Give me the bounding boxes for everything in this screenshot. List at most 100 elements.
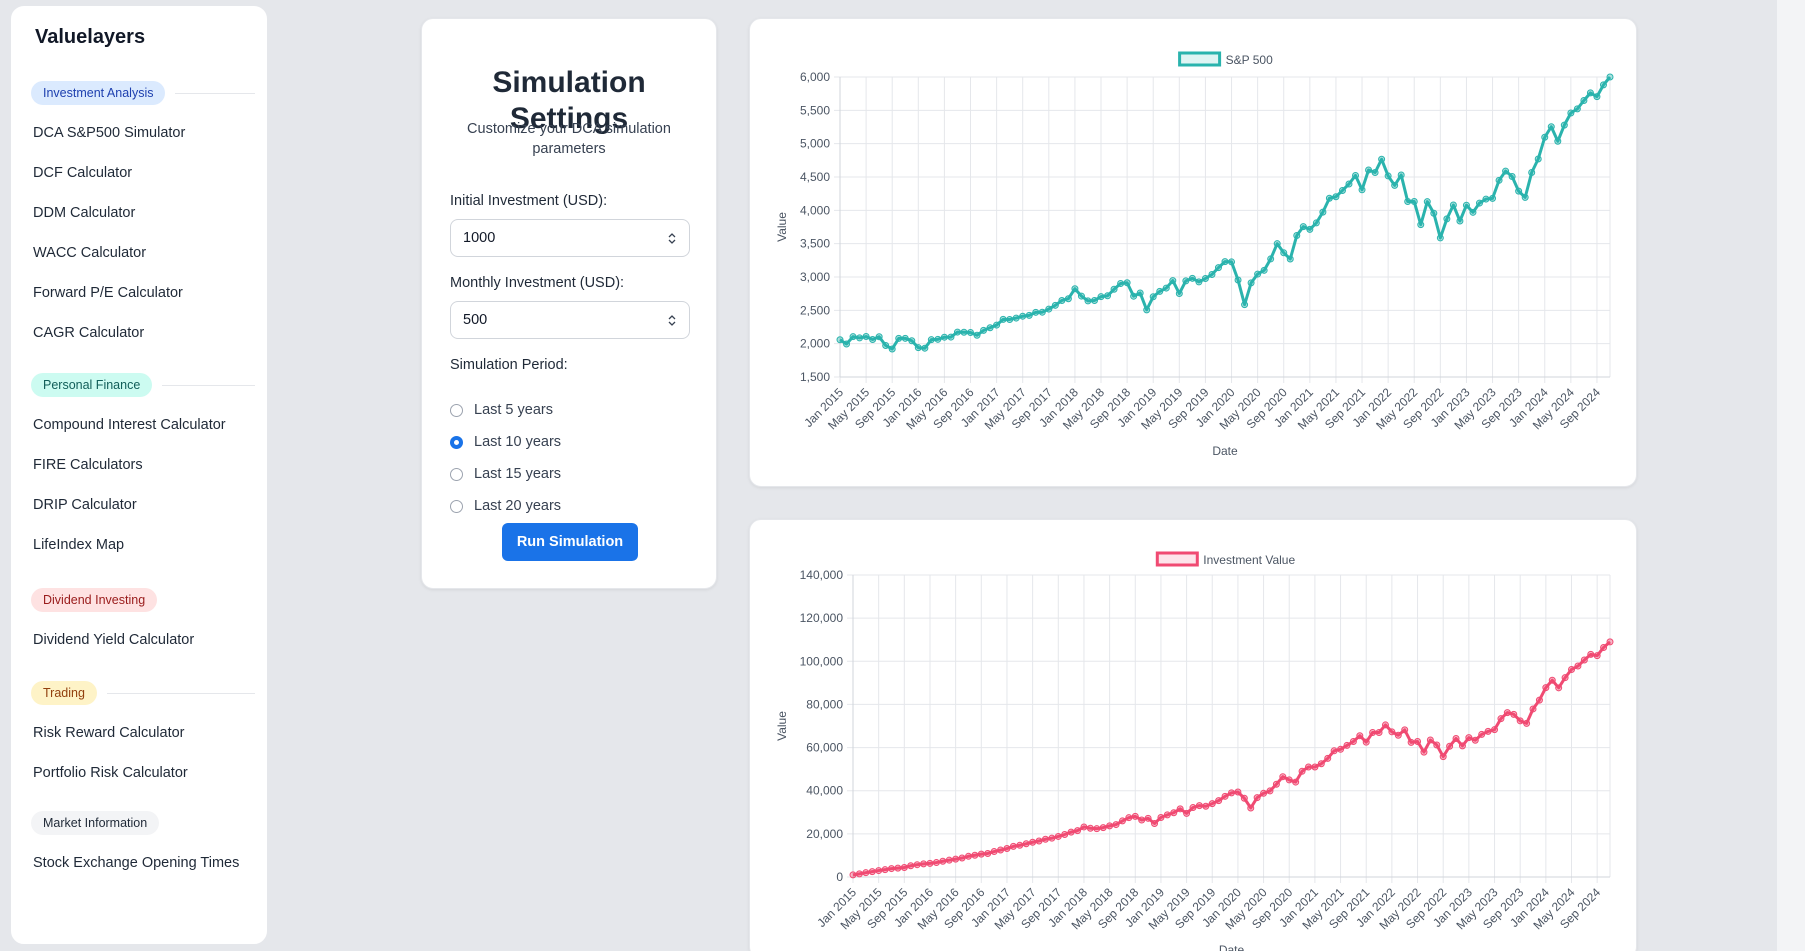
data-point[interactable] xyxy=(1006,315,1014,323)
data-point[interactable] xyxy=(1502,167,1510,175)
sidebar-item-wacc-calculator[interactable]: WACC Calculator xyxy=(31,233,255,273)
data-point[interactable] xyxy=(1375,728,1383,736)
data-point[interactable] xyxy=(1064,295,1072,303)
data-point[interactable] xyxy=(855,870,863,878)
data-point[interactable] xyxy=(1443,215,1451,223)
data-point[interactable] xyxy=(869,335,877,343)
data-point[interactable] xyxy=(1157,813,1165,821)
data-point[interactable] xyxy=(1541,133,1549,141)
sidebar-item-ddm-calculator[interactable]: DDM Calculator xyxy=(31,193,255,233)
data-point[interactable] xyxy=(1404,198,1412,206)
data-point[interactable] xyxy=(1221,258,1229,266)
data-point[interactable] xyxy=(1475,199,1483,207)
data-point[interactable] xyxy=(1048,834,1056,842)
data-point[interactable] xyxy=(1426,736,1434,744)
data-point[interactable] xyxy=(977,850,985,858)
data-point[interactable] xyxy=(984,849,992,857)
data-point[interactable] xyxy=(888,345,896,353)
data-point[interactable] xyxy=(1061,831,1069,839)
data-point[interactable] xyxy=(1058,296,1066,304)
data-point[interactable] xyxy=(1458,742,1466,750)
data-point[interactable] xyxy=(1574,662,1582,670)
data-point[interactable] xyxy=(1093,825,1101,833)
data-point[interactable] xyxy=(1169,277,1177,285)
data-point[interactable] xyxy=(1125,814,1133,822)
data-point[interactable] xyxy=(1449,201,1457,209)
data-point[interactable] xyxy=(1273,240,1281,248)
data-point[interactable] xyxy=(1606,638,1614,646)
data-point[interactable] xyxy=(1535,696,1543,704)
data-point[interactable] xyxy=(958,854,966,862)
data-point[interactable] xyxy=(1491,726,1499,734)
data-point[interactable] xyxy=(986,324,994,332)
data-point[interactable] xyxy=(1144,814,1152,822)
data-point[interactable] xyxy=(1478,730,1486,738)
data-point[interactable] xyxy=(1260,266,1268,274)
data-point[interactable] xyxy=(1452,735,1460,743)
data-point[interactable] xyxy=(1462,201,1470,209)
data-point[interactable] xyxy=(1038,308,1046,316)
data-point[interactable] xyxy=(960,328,968,336)
data-point[interactable] xyxy=(1279,773,1287,781)
monthly-investment-input[interactable]: 500 xyxy=(450,301,690,339)
data-point[interactable] xyxy=(1214,264,1222,272)
data-point[interactable] xyxy=(1521,193,1529,201)
data-point[interactable] xyxy=(1384,172,1392,180)
data-point[interactable] xyxy=(1391,181,1399,189)
data-point[interactable] xyxy=(1471,736,1479,744)
page-scrollbar[interactable] xyxy=(1777,0,1805,951)
data-point[interactable] xyxy=(1266,787,1274,795)
data-point[interactable] xyxy=(1414,738,1422,746)
data-point[interactable] xyxy=(1407,738,1415,746)
data-point[interactable] xyxy=(940,333,948,341)
data-point[interactable] xyxy=(1567,109,1575,117)
data-point[interactable] xyxy=(1299,223,1307,231)
data-point[interactable] xyxy=(1489,194,1497,202)
sidebar-item-compound-interest-calculator[interactable]: Compound Interest Calculator xyxy=(31,405,255,445)
data-point[interactable] xyxy=(1138,816,1146,824)
data-point[interactable] xyxy=(1311,763,1319,771)
data-point[interactable] xyxy=(1071,285,1079,293)
data-point[interactable] xyxy=(1195,278,1203,286)
data-point[interactable] xyxy=(1106,822,1114,830)
data-point[interactable] xyxy=(1356,732,1364,740)
data-point[interactable] xyxy=(967,328,975,336)
data-point[interactable] xyxy=(1110,285,1118,293)
data-point[interactable] xyxy=(1003,845,1011,853)
data-point[interactable] xyxy=(1182,277,1190,285)
chart-legend[interactable]: Investment Value xyxy=(1155,551,1295,567)
data-point[interactable] xyxy=(1369,728,1377,736)
sidebar-item-lifeindex-map[interactable]: LifeIndex Map xyxy=(31,525,255,565)
data-point[interactable] xyxy=(849,871,857,879)
data-point[interactable] xyxy=(1469,208,1477,216)
sidebar-item-dca-sp500-simulator[interactable]: DCA S&P500 Simulator xyxy=(31,113,255,153)
data-point[interactable] xyxy=(1555,684,1563,692)
data-point[interactable] xyxy=(1523,719,1531,727)
data-point[interactable] xyxy=(1606,73,1614,81)
data-point[interactable] xyxy=(1410,198,1418,206)
sidebar-item-fire-calculators[interactable]: FIRE Calculators xyxy=(31,445,255,485)
data-point[interactable] xyxy=(939,857,947,865)
data-point[interactable] xyxy=(1381,721,1389,729)
data-point[interactable] xyxy=(1208,800,1216,808)
data-point[interactable] xyxy=(980,326,988,334)
data-point[interactable] xyxy=(1074,827,1082,835)
data-point[interactable] xyxy=(901,334,909,342)
sidebar-item-portfolio-risk-calculator[interactable]: Portfolio Risk Calculator xyxy=(31,753,255,793)
data-point[interactable] xyxy=(1112,821,1120,829)
data-point[interactable] xyxy=(1131,812,1139,820)
brand-logo[interactable]: Valuelayers xyxy=(35,26,145,49)
data-point[interactable] xyxy=(1163,811,1171,819)
data-point[interactable] xyxy=(875,333,883,341)
data-point[interactable] xyxy=(1337,745,1345,753)
data-point[interactable] xyxy=(1254,270,1262,278)
data-point[interactable] xyxy=(1503,709,1511,717)
data-point[interactable] xyxy=(882,341,890,349)
data-point[interactable] xyxy=(1516,717,1524,725)
data-point[interactable] xyxy=(1587,650,1595,658)
data-point[interactable] xyxy=(1332,193,1340,201)
data-point[interactable] xyxy=(1378,155,1386,163)
data-point[interactable] xyxy=(945,856,953,864)
data-point[interactable] xyxy=(1241,301,1249,309)
data-point[interactable] xyxy=(1025,311,1033,319)
